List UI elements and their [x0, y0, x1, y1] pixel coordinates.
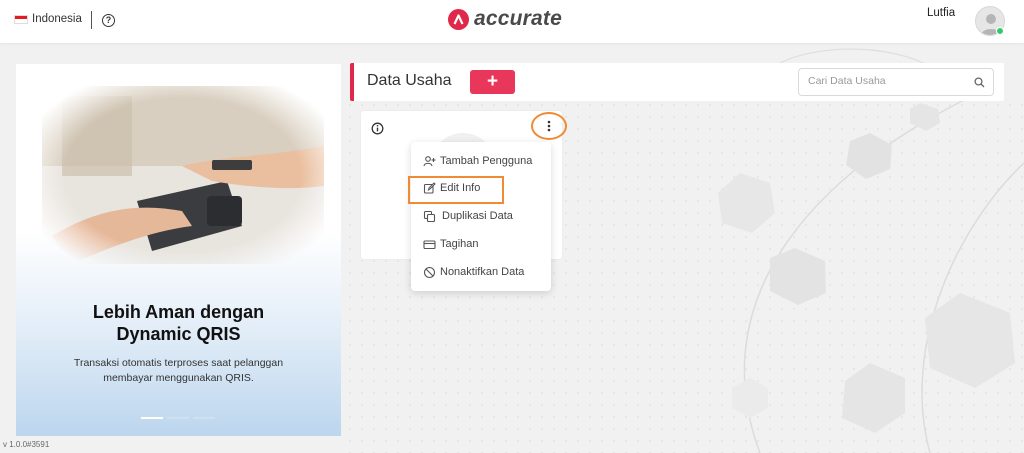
ban-icon [423, 266, 436, 279]
search-input[interactable] [808, 75, 968, 87]
more-options-button[interactable] [531, 112, 567, 140]
version-label: v 1.0.0#3591 [3, 440, 50, 449]
menu-item-nonaktifkan-data[interactable]: Nonaktifkan Data [411, 260, 551, 284]
promo-subtitle-line-2: membayar menggunakan QRIS. [103, 372, 254, 384]
accurate-logo: accurate [448, 7, 562, 31]
indonesia-flag-icon [14, 14, 28, 24]
page-title: Data Usaha [367, 72, 452, 89]
menu-item-label: Tambah Pengguna [440, 155, 533, 167]
menu-item-tagihan[interactable]: Tagihan [411, 232, 551, 256]
info-icon[interactable] [371, 122, 384, 135]
accurate-logo-mark-icon [448, 8, 469, 30]
carousel-dot-2[interactable] [167, 417, 189, 419]
carousel-indicators [141, 417, 215, 419]
carousel-dot-3[interactable] [193, 417, 215, 419]
top-header: Indonesia ? accurate Lutfia [0, 0, 1024, 43]
header-divider [91, 11, 92, 29]
card-options-menu: Tambah Pengguna Edit Info Duplikasi Data… [411, 142, 551, 291]
promo-subtitle-line-1: Transaksi otomatis terproses saat pelang… [73, 357, 284, 369]
carousel-dot-1[interactable] [141, 417, 163, 419]
data-usaha-toolbar: Data Usaha + [350, 63, 1004, 101]
language-selector[interactable]: Indonesia [14, 13, 82, 25]
promo-title-line-1: Lebih Aman dengan [92, 302, 265, 322]
language-label: Indonesia [32, 13, 82, 25]
copy-icon [423, 210, 436, 223]
add-data-usaha-button[interactable]: + [470, 70, 515, 94]
menu-item-duplikasi-data[interactable]: Duplikasi Data [411, 204, 551, 228]
menu-item-tambah-pengguna[interactable]: Tambah Pengguna [411, 149, 551, 173]
kebab-menu-icon [547, 120, 551, 132]
promo-title-line-2: Dynamic QRIS [116, 324, 241, 344]
menu-item-label: Tagihan [440, 238, 479, 250]
menu-item-label: Nonaktifkan Data [440, 266, 525, 278]
payment-terminal-photo [42, 86, 324, 264]
username[interactable]: Lutfia [927, 7, 955, 19]
promo-banner: Lebih Aman dengan Dynamic QRIS Transaksi… [16, 64, 341, 436]
credit-card-icon [423, 238, 436, 251]
logo-text: accurate [474, 7, 562, 30]
promo-title: Lebih Aman dengan Dynamic QRIS [16, 301, 341, 345]
search-box [798, 68, 994, 96]
promo-subtitle: Transaksi otomatis terproses saat pelang… [46, 356, 311, 386]
online-status-dot [996, 27, 1004, 35]
edit-info-highlight [408, 176, 504, 204]
user-plus-icon [423, 155, 436, 168]
help-circle-icon[interactable]: ? [102, 14, 115, 27]
menu-item-label: Duplikasi Data [442, 210, 513, 222]
search-icon[interactable] [974, 77, 985, 88]
